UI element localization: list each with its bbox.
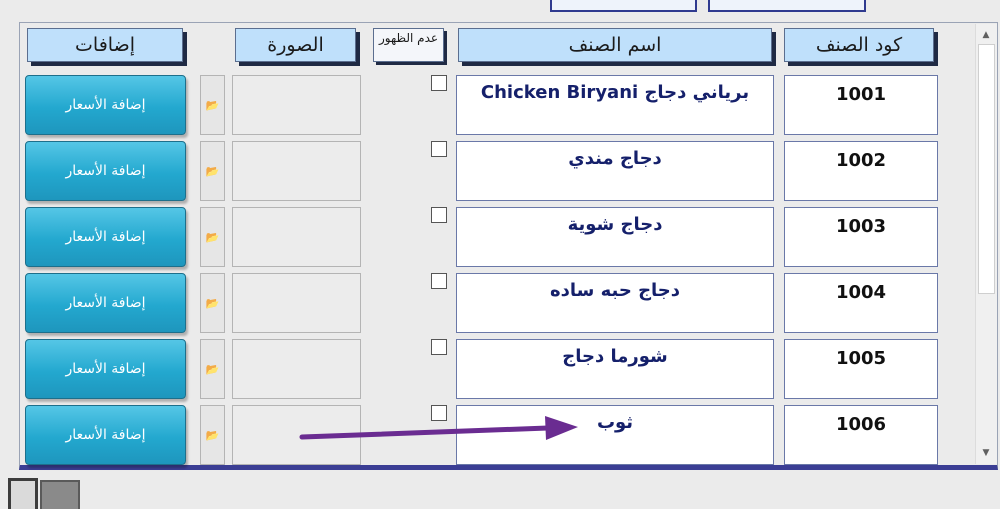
table-row: 1004 دجاج حبه ساده 📂 إضافة الأسعار: [20, 273, 975, 337]
hidden-checkbox[interactable]: [431, 141, 447, 157]
hidden-checkbox[interactable]: [431, 273, 447, 289]
vertical-scrollbar[interactable]: ▲ ▼: [975, 24, 997, 464]
table-row: 1003 دجاج شوية 📂 إضافة الأسعار: [20, 207, 975, 271]
item-image[interactable]: [232, 273, 361, 333]
item-code-field[interactable]: 1004: [784, 273, 938, 333]
folder-icon: 📂: [205, 296, 220, 310]
add-prices-button[interactable]: إضافة الأسعار: [25, 339, 186, 399]
header-hidden: عدم الظهور: [373, 28, 444, 62]
table-row: 1001 برياني دجاج Chicken Biryani 📂 إضافة…: [20, 75, 975, 139]
folder-icon: 📂: [205, 164, 220, 178]
hidden-checkbox[interactable]: [431, 207, 447, 223]
item-code-field[interactable]: 1005: [784, 339, 938, 399]
add-prices-button[interactable]: إضافة الأسعار: [25, 141, 186, 201]
items-subform: كود الصنف اسم الصنف عدم الظهور الصورة إض…: [19, 22, 998, 470]
chevron-down-icon[interactable]: ▼: [976, 444, 996, 462]
hidden-checkbox[interactable]: [431, 405, 447, 421]
hidden-checkbox[interactable]: [431, 75, 447, 91]
browse-image-button[interactable]: 📂: [200, 405, 225, 465]
header-item-name: اسم الصنف: [458, 28, 772, 62]
add-prices-button[interactable]: إضافة الأسعار: [25, 405, 186, 465]
table-row: 1002 دجاج مندي 📂 إضافة الأسعار: [20, 141, 975, 205]
browse-image-button[interactable]: 📂: [200, 273, 225, 333]
item-code-field[interactable]: 1003: [784, 207, 938, 267]
chevron-up-icon[interactable]: ▲: [976, 26, 996, 44]
folder-icon: 📂: [205, 362, 220, 376]
item-image[interactable]: [232, 207, 361, 267]
browse-image-button[interactable]: 📂: [200, 75, 225, 135]
add-prices-button[interactable]: إضافة الأسعار: [25, 273, 186, 333]
folder-icon: 📂: [205, 230, 220, 244]
item-name-field[interactable]: دجاج شوية: [456, 207, 774, 267]
item-image[interactable]: [232, 339, 361, 399]
item-name-field[interactable]: برياني دجاج Chicken Biryani: [456, 75, 774, 135]
top-button-2[interactable]: [708, 0, 866, 12]
item-image[interactable]: [232, 405, 361, 465]
item-image[interactable]: [232, 75, 361, 135]
item-name-field[interactable]: دجاج مندي: [456, 141, 774, 201]
item-name-field[interactable]: دجاج حبه ساده: [456, 273, 774, 333]
browse-image-button[interactable]: 📂: [200, 207, 225, 267]
folder-icon: 📂: [205, 428, 220, 442]
scrollbar-thumb[interactable]: [978, 44, 995, 294]
item-image[interactable]: [232, 141, 361, 201]
hidden-checkbox[interactable]: [431, 339, 447, 355]
door-icon[interactable]: [6, 476, 80, 509]
table-row: 1006 ثوب 📂 إضافة الأسعار: [20, 405, 975, 469]
add-prices-button[interactable]: إضافة الأسعار: [25, 75, 186, 135]
header-image: الصورة: [235, 28, 356, 62]
browse-image-button[interactable]: 📂: [200, 141, 225, 201]
add-prices-button[interactable]: إضافة الأسعار: [25, 207, 186, 267]
folder-icon: 📂: [205, 98, 220, 112]
item-code-field[interactable]: 1001: [784, 75, 938, 135]
item-code-field[interactable]: 1006: [784, 405, 938, 465]
item-name-field[interactable]: ثوب: [456, 405, 774, 465]
top-button-1[interactable]: [550, 0, 697, 12]
browse-image-button[interactable]: 📂: [200, 339, 225, 399]
table-row: 1005 شورما دجاج 📂 إضافة الأسعار: [20, 339, 975, 403]
item-code-field[interactable]: 1002: [784, 141, 938, 201]
item-name-field[interactable]: شورما دجاج: [456, 339, 774, 399]
header-additions: إضافات: [27, 28, 183, 62]
header-item-code: كود الصنف: [784, 28, 934, 62]
